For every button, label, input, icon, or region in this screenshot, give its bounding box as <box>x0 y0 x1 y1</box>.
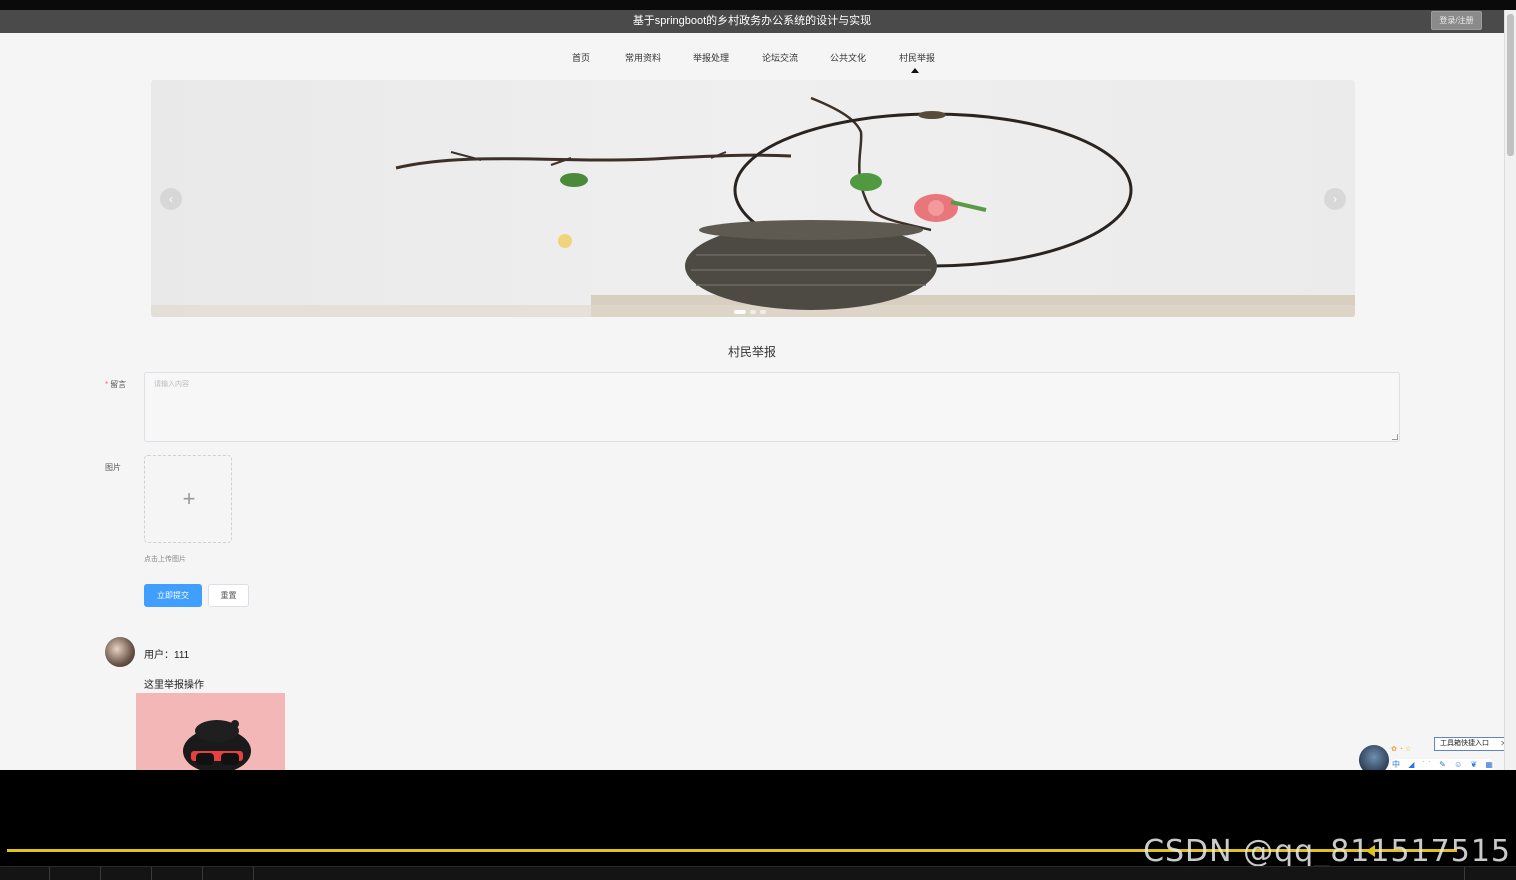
toolbox-avatar[interactable] <box>1359 745 1389 770</box>
nav-item-home[interactable]: 首页 <box>572 51 590 64</box>
active-nav-indicator <box>911 68 919 73</box>
comment-username: 用户：111 <box>144 650 190 661</box>
comment-image <box>136 693 285 770</box>
page-scrollbar[interactable] <box>1504 10 1516 770</box>
upload-tip: 点击上传图片 <box>144 556 186 563</box>
banner-indicator[interactable] <box>734 310 746 314</box>
nav-item-report-handling[interactable]: 举报处理 <box>693 51 729 64</box>
submit-button[interactable]: 立即提交 <box>144 584 202 607</box>
banner-indicators <box>734 301 770 317</box>
player-control-divider <box>1464 867 1465 880</box>
message-textarea[interactable]: 请输入内容 <box>144 372 1400 442</box>
main-nav: 首页 常用资料 举报处理 论坛交流 公共文化 村民举报 <box>0 33 1504 73</box>
comment-content: 这里举报操作 <box>144 680 204 691</box>
banner-indicator[interactable] <box>760 310 766 314</box>
nav-item-forum[interactable]: 论坛交流 <box>762 51 798 64</box>
site-title: 基于springboot的乡村政务办公系统的设计与实现 <box>632 15 872 27</box>
watermark: CSDN @qq_811517515 <box>1143 834 1511 869</box>
image-label: 图片 <box>105 463 121 472</box>
toolbox-shortcut[interactable]: 工具箱快捷入口 ✕ <box>1434 737 1511 751</box>
player-control-segment[interactable] <box>50 867 101 880</box>
image-uploader[interactable]: + <box>144 455 232 543</box>
resize-handle[interactable] <box>1392 434 1398 440</box>
banner-indicator[interactable] <box>750 310 756 314</box>
required-mark: * <box>105 380 109 389</box>
banner-image <box>151 96 1355 317</box>
section-title: 村民举报 <box>727 345 776 359</box>
scrollbar-thumb[interactable] <box>1507 14 1514 156</box>
banner-prev-button[interactable]: ‹ <box>160 188 182 210</box>
nav-item-documents[interactable]: 常用资料 <box>625 51 661 64</box>
message-label-text: 留言 <box>110 380 127 389</box>
toolbox-label: 工具箱快捷入口 <box>1440 740 1489 747</box>
player-controls <box>0 866 1516 880</box>
login-register-button[interactable]: 登录/注册 <box>1431 11 1482 30</box>
nav-item-public-culture[interactable]: 公共文化 <box>830 51 866 64</box>
title-bar: 基于springboot的乡村政务办公系统的设计与实现 登录/注册 <box>0 10 1504 33</box>
avatar <box>105 637 135 667</box>
banner-carousel[interactable]: ‹ › <box>151 80 1355 317</box>
cartoon-figure-image <box>183 720 251 770</box>
browser-viewport: 基于springboot的乡村政务办公系统的设计与实现 登录/注册 首页 常用资… <box>0 10 1516 770</box>
player-control-segment[interactable] <box>101 867 152 880</box>
player-control-segment[interactable] <box>203 867 254 880</box>
banner-next-button[interactable]: › <box>1324 188 1346 210</box>
plus-icon: + <box>182 486 196 511</box>
reset-button[interactable]: 重置 <box>208 584 249 607</box>
player-control-segment[interactable] <box>0 867 50 880</box>
toolbox-status-icons: ✿ ◔ ☆ <box>1391 746 1412 753</box>
message-label: * 留言 <box>105 379 126 390</box>
video-top-strip <box>0 0 1516 10</box>
mouse-cursor-highlight <box>558 234 572 248</box>
message-placeholder: 请输入内容 <box>154 381 189 388</box>
player-control-segment[interactable] <box>152 867 203 880</box>
nav-item-villager-report[interactable]: 村民举报 <box>899 51 935 64</box>
screen: 基于springboot的乡村政务办公系统的设计与实现 登录/注册 首页 常用资… <box>0 0 1516 880</box>
ime-toolbar[interactable]: 中 ◢ ˙˙ ✎ ☺ ❦ ▦ ⚲ <box>1390 759 1494 770</box>
